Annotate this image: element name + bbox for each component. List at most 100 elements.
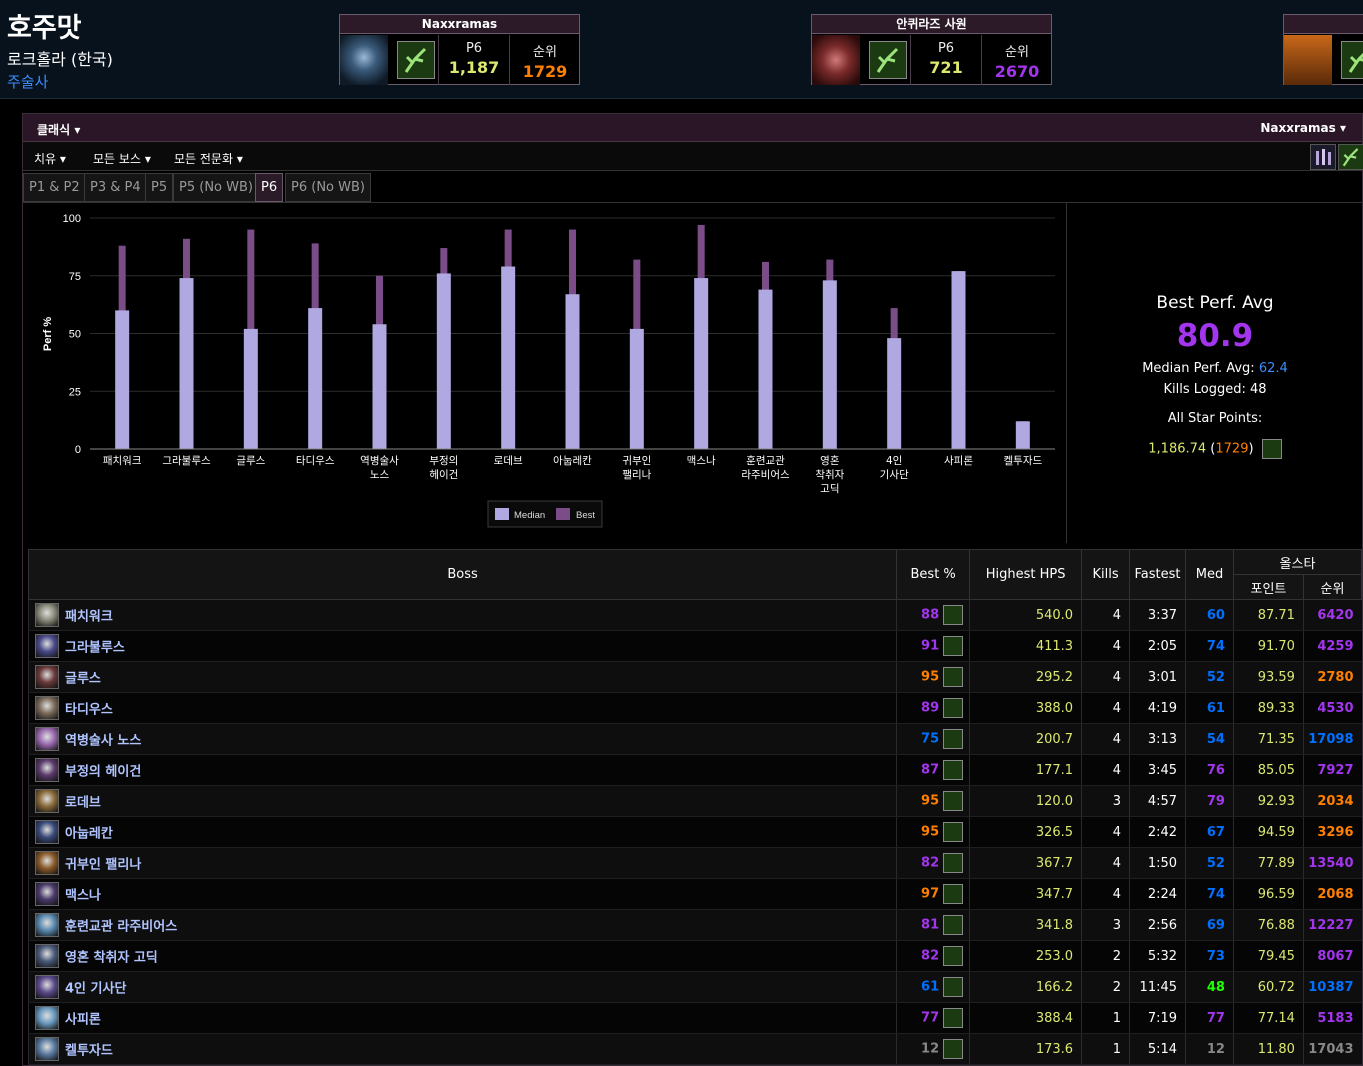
boss-cell[interactable]: 글루스 (27, 661, 897, 693)
boss-name-link[interactable]: 패치워크 (65, 610, 113, 625)
boss-cell[interactable]: 패치워크 (27, 599, 897, 631)
boss-name-link[interactable]: 사피론 (65, 1013, 101, 1028)
boss-name-link[interactable]: 타디우스 (65, 703, 113, 718)
boss-cell[interactable]: 아눕레칸 (27, 816, 897, 848)
best-percent: 82 (921, 855, 940, 871)
boss-name-link[interactable]: 켈투자드 (65, 1044, 113, 1059)
fastest-header[interactable]: Fastest (1129, 549, 1187, 600)
allstar-points: 96.59 (1232, 878, 1304, 910)
character-server: 로크홀라 (한국) (7, 50, 113, 69)
median-header[interactable]: Med (1185, 549, 1234, 600)
highest-hps: 295.2 (969, 661, 1082, 693)
boss-cell[interactable]: 영혼 착취자 고딕 (27, 940, 897, 972)
rank-header[interactable]: 순위 (1302, 574, 1363, 600)
chevron-down-icon: ▾ (144, 152, 151, 166)
rank-value: 2670 (994, 62, 1040, 81)
best-percent: 87 (921, 762, 940, 778)
class-filter-icon[interactable] (1310, 144, 1336, 170)
boss-name-link[interactable]: 귀부인 팰리나 (65, 858, 141, 873)
boss-name-link[interactable]: 글루스 (65, 672, 101, 687)
boss-cell[interactable]: 켈투자드 (27, 1033, 897, 1065)
fastest-time: 2:42 (1129, 816, 1186, 848)
all-star-line: 1,186.74 (1729) (1067, 439, 1363, 459)
boss-name-link[interactable]: 부정의 헤이건 (65, 765, 141, 780)
table-row[interactable]: 부정의 헤이건 87 177.1 4 3:45 76 85.05 7927 (27, 754, 1362, 786)
metric-dropdown[interactable]: 치유 ▾ (34, 150, 66, 167)
table-row[interactable]: 그라불루스 91 411.3 4 2:05 74 91.70 4259 (27, 630, 1362, 662)
table-row[interactable]: 역병술사 노스 75 200.7 4 3:13 54 71.35 17098 (27, 723, 1362, 755)
best-percent: 89 (921, 700, 940, 716)
tab-p3-p4[interactable]: P3 & P4 (84, 173, 147, 202)
boss-cell[interactable]: 귀부인 팰리나 (27, 847, 897, 879)
table-row[interactable]: 훈련교관 라주비어스 81 341.8 3 2:56 69 76.88 12227 (27, 909, 1362, 941)
best-header[interactable]: Best % (896, 549, 971, 600)
kills-header[interactable]: Kills (1081, 549, 1131, 600)
boss-name-link[interactable]: 영혼 착취자 고딕 (65, 951, 158, 966)
boss-name-link[interactable]: 역병술사 노스 (65, 734, 141, 749)
table-row[interactable]: 켈투자드 12 173.6 1 5:14 12 11.80 17043 (27, 1033, 1362, 1065)
table-row[interactable]: 패치워크 88 540.0 4 3:37 60 87.71 6420 (27, 599, 1362, 631)
performance-chart: 0 25 50 75 100 Perf % 패치워크 그라불루스 글루스 타디우스 역병술사 노스 부정… (23, 203, 1066, 543)
zone-image (812, 35, 860, 85)
boss-portrait-icon (35, 820, 59, 844)
bar-median (694, 278, 709, 449)
boss-cell[interactable]: 훈련교관 라주비어스 (27, 909, 897, 941)
boss-cell[interactable]: 로데브 (27, 785, 897, 817)
boss-name-link[interactable]: 아눕레칸 (65, 827, 113, 842)
highest-hps: 341.8 (969, 909, 1082, 941)
spec-dropdown[interactable]: 모든 전문화 ▾ (174, 150, 243, 167)
zone-dropdown[interactable]: Naxxramas ▾ (1260, 121, 1346, 135)
boss-cell[interactable]: 사피론 (27, 1002, 897, 1034)
boss-cell[interactable]: 타디우스 (27, 692, 897, 724)
x-tick-label: 글루스 (236, 455, 265, 467)
zone-card-title: 안퀴라즈 사원 (812, 15, 1051, 34)
table-row[interactable]: 맥스나 97 347.7 4 2:24 74 96.59 2068 (27, 878, 1362, 910)
table-row[interactable]: 영혼 착취자 고딕 82 253.0 2 5:32 73 79.45 8067 (27, 940, 1362, 972)
boss-name-link[interactable]: 훈련교관 라주비어스 (65, 920, 177, 935)
best-percent-cell: 75 (896, 723, 970, 755)
boss-portrait-icon (35, 975, 59, 999)
highest-hps-header[interactable]: Highest HPS (969, 549, 1083, 600)
mode-dropdown[interactable]: 클래식 ▾ (37, 121, 80, 138)
boss-name-link[interactable]: 4인 기사단 (65, 982, 126, 997)
bar-median (758, 289, 773, 449)
zone-card-partial[interactable] (1283, 14, 1363, 85)
boss-cell[interactable]: 맥스나 (27, 878, 897, 910)
tab-p5-no-wb[interactable]: P5 (No WB) (173, 173, 259, 202)
points-header[interactable]: 포인트 (1232, 574, 1304, 600)
x-tick-label: 부정의 (429, 455, 458, 467)
boss-cell[interactable]: 부정의 헤이건 (27, 754, 897, 786)
kills-count: 4 (1081, 692, 1130, 724)
boss-header[interactable]: Boss (27, 549, 898, 600)
table-row[interactable]: 아눕레칸 95 326.5 4 2:42 67 94.59 3296 (27, 816, 1362, 848)
table-row[interactable]: 글루스 95 295.2 4 3:01 52 93.59 2780 (27, 661, 1362, 693)
zone-card-naxxramas[interactable]: Naxxramas P6 1,187 순위 1729 (339, 14, 580, 85)
table-row[interactable]: 4인 기사단 61 166.2 2 11:45 48 60.72 10387 (27, 971, 1362, 1003)
median-percent: 76 (1185, 754, 1234, 786)
boss-name-link[interactable]: 맥스나 (65, 889, 101, 904)
boss-cell[interactable]: 역병술사 노스 (27, 723, 897, 755)
boss-cell[interactable]: 그라불루스 (27, 630, 897, 662)
table-row[interactable]: 로데브 95 120.0 3 4:57 79 92.93 2034 (27, 785, 1362, 817)
boss-name-link[interactable]: 로데브 (65, 796, 101, 811)
table-row[interactable]: 사피론 77 388.4 1 7:19 77 77.14 5183 (27, 1002, 1362, 1034)
rank-label: 순위 (1005, 45, 1029, 60)
restoration-spec-icon[interactable] (1338, 144, 1363, 170)
boss-name-link[interactable]: 그라불루스 (65, 641, 125, 656)
median-percent: 67 (1185, 816, 1234, 848)
best-percent: 91 (921, 638, 940, 654)
tab-p5[interactable]: P5 (145, 173, 174, 202)
fastest-time: 5:14 (1129, 1033, 1186, 1065)
boss-portrait-icon (35, 789, 59, 813)
boss-dropdown[interactable]: 모든 보스 ▾ (93, 150, 151, 167)
table-row[interactable]: 타디우스 89 388.0 4 4:19 61 89.33 4530 (27, 692, 1362, 724)
tab-p6-no-wb[interactable]: P6 (No WB) (285, 173, 371, 202)
table-row[interactable]: 귀부인 팰리나 82 367.7 4 1:50 52 77.89 13540 (27, 847, 1362, 879)
tab-p1-p2[interactable]: P1 & P2 (23, 173, 86, 202)
boss-portrait-icon (35, 1006, 59, 1030)
boss-cell[interactable]: 4인 기사단 (27, 971, 897, 1003)
tab-p6[interactable]: P6 (255, 173, 284, 202)
character-class[interactable]: 주술사 (7, 71, 48, 92)
x-tick-label: 타디우스 (296, 455, 335, 467)
zone-card-aq40[interactable]: 안퀴라즈 사원 P6 721 순위 2670 (811, 14, 1052, 85)
